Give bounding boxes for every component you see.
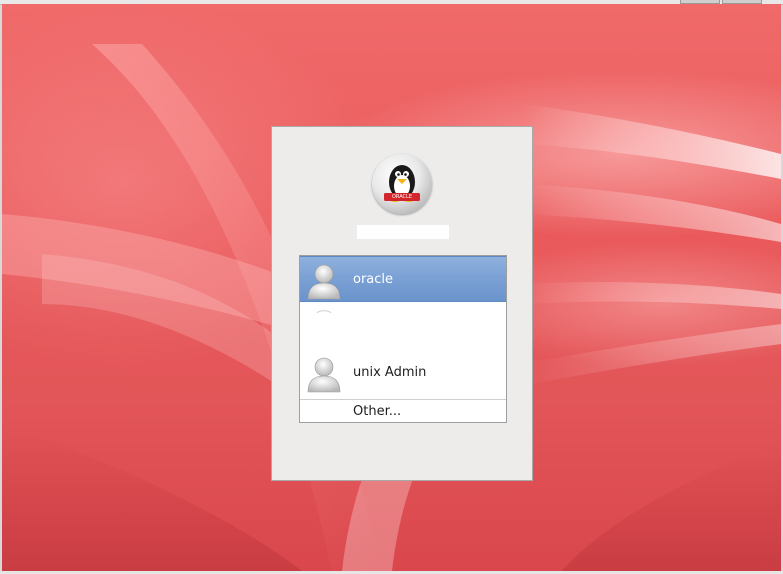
oracle-linux-logo <box>372 154 432 214</box>
user-name-label: unix Admin <box>353 365 427 380</box>
user-name-label: oracle <box>353 272 394 287</box>
user-item-blank[interactable] <box>300 302 506 348</box>
user-avatar-icon <box>316 310 332 314</box>
user-item-oracle[interactable]: oracle <box>300 256 506 302</box>
user-list: oracle unix Admin Other... <box>299 255 507 423</box>
user-item-unix-admin[interactable]: unix Admin <box>300 350 506 396</box>
other-user-item[interactable]: Other... <box>300 400 506 422</box>
oracle-logo-text: ORACLE <box>392 194 412 200</box>
hostname-field <box>357 225 449 239</box>
other-user-label: Other... <box>353 404 402 419</box>
tux-penguin-icon <box>384 165 420 202</box>
login-window: ORACLE oracle unix Admin Other... <box>271 126 533 481</box>
user-avatar-icon <box>307 264 341 300</box>
user-avatar-icon <box>307 357 341 393</box>
